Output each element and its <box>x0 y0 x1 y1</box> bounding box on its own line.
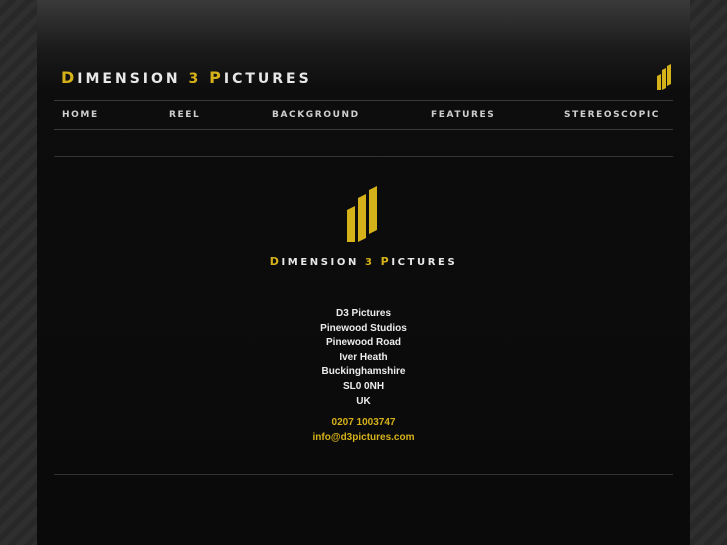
contact-block: 0207 1003747 info@d3pictures.com <box>37 416 690 445</box>
divider <box>54 474 673 475</box>
brand-number: 3 <box>188 71 202 87</box>
brand-letter-d: D <box>61 68 78 87</box>
brand-letter-d: D <box>269 255 282 268</box>
main-nav: HOME REEL BACKGROUND FEATURES STEREOSCOP… <box>54 100 673 130</box>
d3-large-logo-icon <box>347 186 377 242</box>
address-line: Pinewood Studios <box>320 322 407 334</box>
header-brand-title[interactable]: DIMENSION 3 PICTURES <box>61 68 312 87</box>
brand-letter-p: P <box>380 255 392 268</box>
brand-word-imension: IMENSION <box>281 257 365 268</box>
brand-word-ictures: ICTURES <box>391 257 458 268</box>
brand-word-ictures: ICTURES <box>223 71 312 87</box>
address-block: D3 Pictures Pinewood Studios Pinewood Ro… <box>37 307 690 409</box>
d3-logo-icon <box>657 64 671 90</box>
phone-number: 0207 1003747 <box>331 417 396 428</box>
address-line: Iver Heath <box>339 351 388 363</box>
main-brand-title: DIMENSION 3 PICTURES <box>37 255 690 268</box>
nav-home[interactable]: HOME <box>62 110 99 120</box>
page-container: DIMENSION 3 PICTURES HOME REEL BACKGROUN… <box>37 0 690 545</box>
brand-word-imension: IMENSION <box>77 71 189 87</box>
nav-stereoscopic[interactable]: STEREOSCOPIC <box>564 110 660 120</box>
divider <box>54 156 673 157</box>
address-line: Buckinghamshire <box>321 366 406 378</box>
nav-reel[interactable]: REEL <box>169 110 200 120</box>
brand-letter-p: P <box>209 68 224 87</box>
brand-number: 3 <box>365 257 375 268</box>
nav-background[interactable]: BACKGROUND <box>272 110 360 120</box>
address-line: UK <box>356 395 371 407</box>
address-line: D3 Pictures <box>335 308 392 319</box>
address-line: Pinewood Road <box>326 337 401 349</box>
address-line: SL0 0NH <box>342 380 385 392</box>
nav-features[interactable]: FEATURES <box>431 110 495 120</box>
email-link[interactable]: info@d3pictures.com <box>37 431 690 446</box>
